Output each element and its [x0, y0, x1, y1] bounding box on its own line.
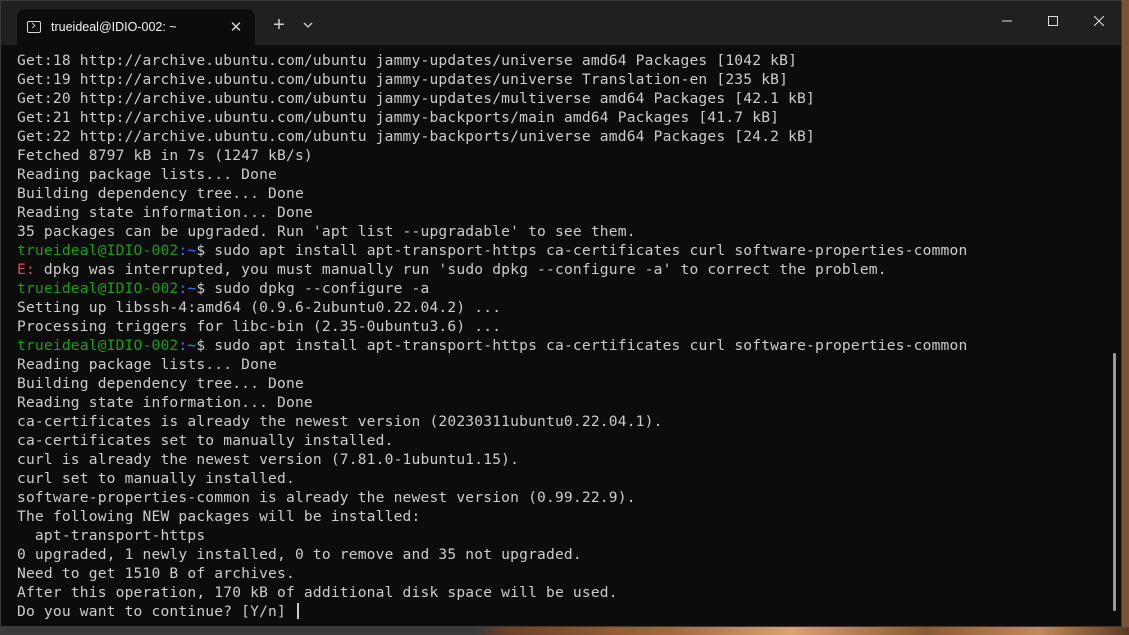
terminal-line: Get:18 http://archive.ubuntu.com/ubuntu … [17, 51, 1107, 70]
prompt-path: :~ [178, 337, 197, 354]
terminal-line: trueideal@IDIO-002:~$ sudo apt install a… [17, 241, 1107, 260]
line-text: Need to get 1510 B of archives. [17, 565, 295, 582]
terminal-line: After this operation, 170 kB of addition… [17, 583, 1107, 602]
line-text: Do you want to continue? [Y/n] [17, 603, 295, 620]
terminal-line: Building dependency tree... Done [17, 374, 1107, 393]
line-text: Reading package lists... Done [17, 166, 278, 183]
title-bar[interactable]: trueideal@IDIO-002: ~ ✕ + [1, 1, 1121, 45]
line-text: ca-certificates is already the newest ve… [17, 413, 663, 430]
line-text: Reading package lists... Done [17, 356, 278, 373]
terminal-line: Setting up libssh-4:amd64 (0.9.6-2ubuntu… [17, 298, 1107, 317]
line-text: Building dependency tree... Done [17, 375, 304, 392]
terminal-line: Do you want to continue? [Y/n] [17, 602, 1107, 621]
line-text: Get:19 http://archive.ubuntu.com/ubuntu … [17, 71, 789, 88]
terminal-line: apt-transport-https [17, 526, 1107, 545]
terminal-line: 35 packages can be upgraded. Run 'apt li… [17, 222, 1107, 241]
line-text: Building dependency tree... Done [17, 185, 304, 202]
terminal-line: Fetched 8797 kB in 7s (1247 kB/s) [17, 146, 1107, 165]
terminal-icon [27, 21, 41, 33]
line-text: curl is already the newest version (7.81… [17, 451, 520, 468]
line-text: 0 upgraded, 1 newly installed, 0 to remo… [17, 546, 582, 563]
tab-dropdown-button[interactable] [297, 13, 319, 37]
prompt-path: :~ [178, 242, 197, 259]
terminal-line: ca-certificates is already the newest ve… [17, 412, 1107, 431]
line-text: $ sudo dpkg --configure -a [196, 280, 430, 297]
line-text: Get:18 http://archive.ubuntu.com/ubuntu … [17, 52, 798, 69]
line-text: Reading state information... Done [17, 394, 313, 411]
terminal-line: 0 upgraded, 1 newly installed, 0 to remo… [17, 545, 1107, 564]
line-text: Reading state information... Done [17, 204, 313, 221]
prompt-path: :~ [178, 280, 197, 297]
desktop-background [0, 627, 1129, 635]
line-text: ca-certificates set to manually installe… [17, 432, 394, 449]
line-text: Get:20 http://archive.ubuntu.com/ubuntu … [17, 90, 815, 107]
terminal-line: Processing triggers for libc-bin (2.35-0… [17, 317, 1107, 336]
line-text: After this operation, 170 kB of addition… [17, 584, 618, 601]
new-tab-button[interactable]: + [267, 13, 291, 37]
terminal-line: E: dpkg was interrupted, you must manual… [17, 260, 1107, 279]
close-icon [1094, 16, 1104, 26]
terminal-output[interactable]: Get:18 http://archive.ubuntu.com/ubuntu … [17, 51, 1107, 623]
terminal-line: curl set to manually installed. [17, 469, 1107, 488]
line-text: apt-transport-https [17, 527, 206, 544]
line-text: Get:22 http://archive.ubuntu.com/ubuntu … [17, 128, 815, 145]
scrollbar[interactable] [1113, 353, 1116, 611]
prompt-user: trueideal@IDIO-002 [17, 242, 179, 259]
close-tab-button[interactable]: ✕ [221, 12, 251, 42]
line-text: Fetched 8797 kB in 7s (1247 kB/s) [17, 147, 313, 164]
terminal-line: The following NEW packages will be insta… [17, 507, 1107, 526]
terminal-line: trueideal@IDIO-002:~$ sudo dpkg --config… [17, 279, 1107, 298]
tab-title: trueideal@IDIO-002: ~ [51, 20, 177, 34]
terminal-line: Reading state information... Done [17, 393, 1107, 412]
line-text: software-properties-common is already th… [17, 489, 636, 506]
terminal-line: software-properties-common is already th… [17, 488, 1107, 507]
terminal-line: Get:22 http://archive.ubuntu.com/ubuntu … [17, 127, 1107, 146]
minimize-icon [1002, 20, 1012, 22]
line-text: $ sudo apt install apt-transport-https c… [196, 242, 968, 259]
terminal-line: ca-certificates set to manually installe… [17, 431, 1107, 450]
maximize-button[interactable] [1030, 1, 1076, 41]
maximize-icon [1048, 16, 1058, 26]
tab-terminal[interactable]: trueideal@IDIO-002: ~ ✕ [17, 9, 255, 45]
terminal-line: Get:21 http://archive.ubuntu.com/ubuntu … [17, 108, 1107, 127]
terminal-line: Get:20 http://archive.ubuntu.com/ubuntu … [17, 89, 1107, 108]
line-text: $ sudo apt install apt-transport-https c… [196, 337, 968, 354]
close-icon: ✕ [229, 19, 243, 36]
line-text: Get:21 http://archive.ubuntu.com/ubuntu … [17, 109, 780, 126]
terminal-line: Building dependency tree... Done [17, 184, 1107, 203]
line-text: Processing triggers for libc-bin (2.35-0… [17, 318, 502, 335]
terminal-line: Reading state information... Done [17, 203, 1107, 222]
line-text: dpkg was interrupted, you must manually … [34, 261, 887, 278]
prompt-user: trueideal@IDIO-002 [17, 280, 179, 297]
chevron-down-icon [303, 22, 313, 28]
line-text: curl set to manually installed. [17, 470, 295, 487]
terminal-line: Reading package lists... Done [17, 165, 1107, 184]
terminal-line: Get:19 http://archive.ubuntu.com/ubuntu … [17, 70, 1107, 89]
error-prefix: E: [17, 261, 35, 278]
terminal-line: curl is already the newest version (7.81… [17, 450, 1107, 469]
line-text: 35 packages can be upgraded. Run 'apt li… [17, 223, 636, 240]
terminal-line: Reading package lists... Done [17, 355, 1107, 374]
terminal-window: trueideal@IDIO-002: ~ ✕ + Get:18 http://… [0, 0, 1122, 627]
minimize-button[interactable] [984, 1, 1030, 41]
terminal-line: Need to get 1510 B of archives. [17, 564, 1107, 583]
line-text: The following NEW packages will be insta… [17, 508, 421, 525]
close-window-button[interactable] [1076, 1, 1121, 41]
plus-icon: + [273, 14, 285, 36]
terminal-line: trueideal@IDIO-002:~$ sudo apt install a… [17, 336, 1107, 355]
prompt-user: trueideal@IDIO-002 [17, 337, 179, 354]
line-text: Setting up libssh-4:amd64 (0.9.6-2ubuntu… [17, 299, 502, 316]
text-cursor [296, 603, 299, 619]
